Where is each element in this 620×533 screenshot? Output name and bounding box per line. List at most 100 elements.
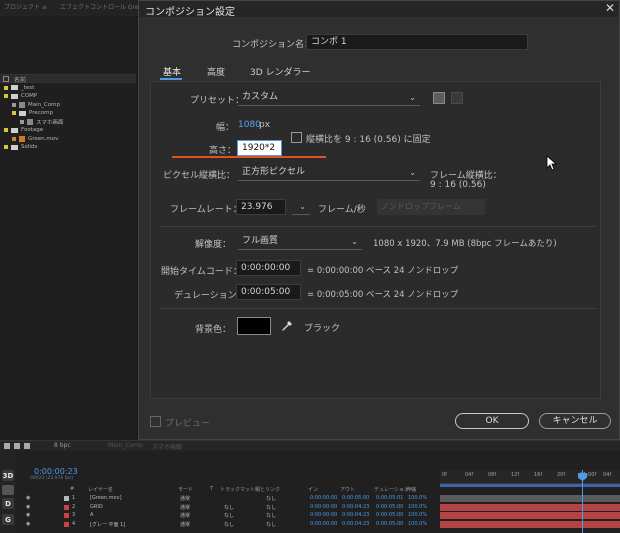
visibility-eye-icon[interactable]: ◉ <box>26 495 30 501</box>
close-icon[interactable]: ✕ <box>605 1 615 15</box>
layer-in-point[interactable]: 0:00:00:00 <box>310 495 337 501</box>
preview-label[interactable]: プレビュー <box>165 416 210 429</box>
3d-button[interactable]: 3D <box>2 470 14 481</box>
layer-duration-bar[interactable] <box>440 495 620 502</box>
timeline-column-header[interactable]: # <box>70 486 74 492</box>
comp-name-input[interactable]: コンポ 1 <box>306 34 528 50</box>
timeline-column-header[interactable]: デュレーション <box>374 486 409 493</box>
d-button[interactable]: D <box>2 498 14 509</box>
resolution-select[interactable]: フル画質 ⌄ <box>238 234 362 250</box>
timeline-tab-main-comp[interactable]: Main_Comp <box>108 442 143 449</box>
layer-parent[interactable]: なし <box>266 521 276 528</box>
pixel-aspect-select[interactable]: 正方形ピクセル ⌄ <box>238 165 420 181</box>
layer-number[interactable]: 2 <box>72 504 75 510</box>
layer-parent[interactable]: なし <box>266 495 276 502</box>
layer-track-matte[interactable]: なし <box>224 512 234 519</box>
lock-aspect-label[interactable]: 縦横比を 9 : 16 (0.56) に固定 <box>306 132 431 145</box>
g-button[interactable]: G <box>2 514 14 525</box>
frame-rate-input[interactable]: 23.976 <box>236 199 286 215</box>
work-area-bar[interactable] <box>440 484 620 487</box>
current-timecode[interactable]: 0:00:00:23 <box>34 467 78 476</box>
layer-name[interactable]: [グレー 平面 1] <box>90 521 125 528</box>
visibility-eye-icon[interactable]: ◉ <box>26 521 30 527</box>
layer-duration[interactable]: 0:00:05:01 <box>376 495 403 501</box>
layer-stretch[interactable]: 100.0% <box>408 504 427 510</box>
layer-track-matte[interactable]: なし <box>224 504 234 511</box>
layer-name[interactable]: GRID <box>90 504 103 510</box>
visibility-eye-icon[interactable]: ◉ <box>26 512 30 518</box>
cancel-button[interactable]: キャンセル <box>539 413 611 429</box>
layer-name[interactable]: A <box>90 512 93 518</box>
time-ruler[interactable]: 0f 04f 08f 12f 16f 20f 01:00f 04f <box>440 470 620 484</box>
save-preset-icon[interactable] <box>433 92 445 104</box>
folder-icon <box>11 144 18 150</box>
timeline-column-header[interactable]: 伸縮 <box>406 486 416 493</box>
timeline-column-header[interactable]: トラックマット <box>220 486 255 493</box>
visibility-eye-icon[interactable]: ◉ <box>26 504 30 510</box>
layer-duration[interactable]: 0:00:05:00 <box>376 512 403 518</box>
timeline-tab-sumaho[interactable]: スマホ画面 <box>152 442 182 451</box>
pen-tool-button[interactable] <box>2 485 14 495</box>
project-item[interactable]: Solids <box>4 143 37 152</box>
layer-mode[interactable]: 通常 <box>180 512 190 519</box>
bg-color-swatch[interactable] <box>237 317 271 335</box>
layer-label-color[interactable] <box>64 504 69 510</box>
timeline-column-header[interactable]: アウト <box>340 486 355 493</box>
delete-icon[interactable] <box>24 443 30 449</box>
tab-3d-renderer[interactable]: 3D レンダラー <box>250 65 311 78</box>
layer-parent[interactable]: なし <box>266 504 276 511</box>
layer-label-color[interactable] <box>64 521 69 527</box>
layer-stretch[interactable]: 100.0% <box>408 495 427 501</box>
preview-checkbox[interactable] <box>150 416 161 427</box>
delete-preset-icon[interactable] <box>451 92 463 104</box>
layer-in-point[interactable]: 0:00:00:00 <box>310 521 337 527</box>
render-queue-icon[interactable] <box>4 443 10 449</box>
layer-row[interactable]: ◉ 4 [グレー 平面 1] 通常 なし なし 0:00:00:00 0:00:04:23 0:… <box>18 520 438 529</box>
layer-out-point[interactable]: 0:00:04:23 <box>342 512 369 518</box>
width-value[interactable]: 1080 <box>238 120 261 130</box>
layer-number[interactable]: 1 <box>72 495 75 501</box>
duration-input[interactable]: 0:00:05:00 <box>236 284 301 300</box>
ok-button[interactable]: OK <box>455 413 529 429</box>
layer-in-point[interactable]: 0:00:00:00 <box>310 504 337 510</box>
layer-number[interactable]: 4 <box>72 521 75 527</box>
start-timecode-label: 開始タイムコード： <box>161 267 242 277</box>
layer-number[interactable]: 3 <box>72 512 75 518</box>
layer-in-point[interactable]: 0:00:00:00 <box>310 512 337 518</box>
timeline-column-header[interactable]: レイヤー名 <box>88 486 113 493</box>
preset-select[interactable]: カスタム ⌄ <box>238 90 420 106</box>
layer-track-matte[interactable]: なし <box>224 521 234 528</box>
height-input[interactable]: 1920*2 <box>237 140 282 156</box>
layer-duration-bar[interactable] <box>440 503 620 511</box>
timeline-column-header[interactable]: 親とリンク <box>255 486 280 493</box>
layer-out-point[interactable]: 0:00:04:23 <box>342 521 369 527</box>
layer-label-color[interactable] <box>64 496 69 501</box>
tab-basic[interactable]: 基本 <box>163 65 181 78</box>
timeline-column-header[interactable]: T <box>210 486 213 492</box>
timeline-column-header[interactable]: モード <box>178 486 193 493</box>
frame-rate-select[interactable]: ⌄ <box>292 199 310 215</box>
layer-out-point[interactable]: 0:00:04:23 <box>342 504 369 510</box>
layer-label-color[interactable] <box>64 513 69 519</box>
layer-duration[interactable]: 0:00:05:00 <box>376 521 403 527</box>
folder-icon[interactable] <box>14 443 20 449</box>
layer-duration-bar[interactable] <box>440 520 620 528</box>
bpc-label[interactable]: 8 bpc <box>54 442 71 449</box>
layer-name[interactable]: [Green.mov] <box>90 495 122 501</box>
lock-aspect-checkbox[interactable] <box>291 132 302 143</box>
layer-mode[interactable]: 通常 <box>180 521 190 528</box>
layer-stretch[interactable]: 100.0% <box>408 512 427 518</box>
tab-advanced[interactable]: 高度 <box>207 65 225 78</box>
layer-mode[interactable]: 通常 <box>180 504 190 511</box>
drop-frame-button[interactable]: ノンドロップフレーム <box>377 199 485 215</box>
layer-mode[interactable]: 通常 <box>180 495 190 502</box>
layer-parent[interactable]: なし <box>266 512 276 519</box>
layer-stretch[interactable]: 100.0% <box>408 521 427 527</box>
project-tab[interactable]: プロジェクト ≡ <box>4 2 47 11</box>
layer-out-point[interactable]: 0:00:05:00 <box>342 495 369 501</box>
eyedropper-icon[interactable] <box>280 318 294 332</box>
layer-duration-bar[interactable] <box>440 512 620 520</box>
start-timecode-input[interactable]: 0:00:00:00 <box>236 260 301 276</box>
timeline-column-header[interactable]: イン <box>308 486 318 493</box>
layer-duration[interactable]: 0:00:05:00 <box>376 504 403 510</box>
